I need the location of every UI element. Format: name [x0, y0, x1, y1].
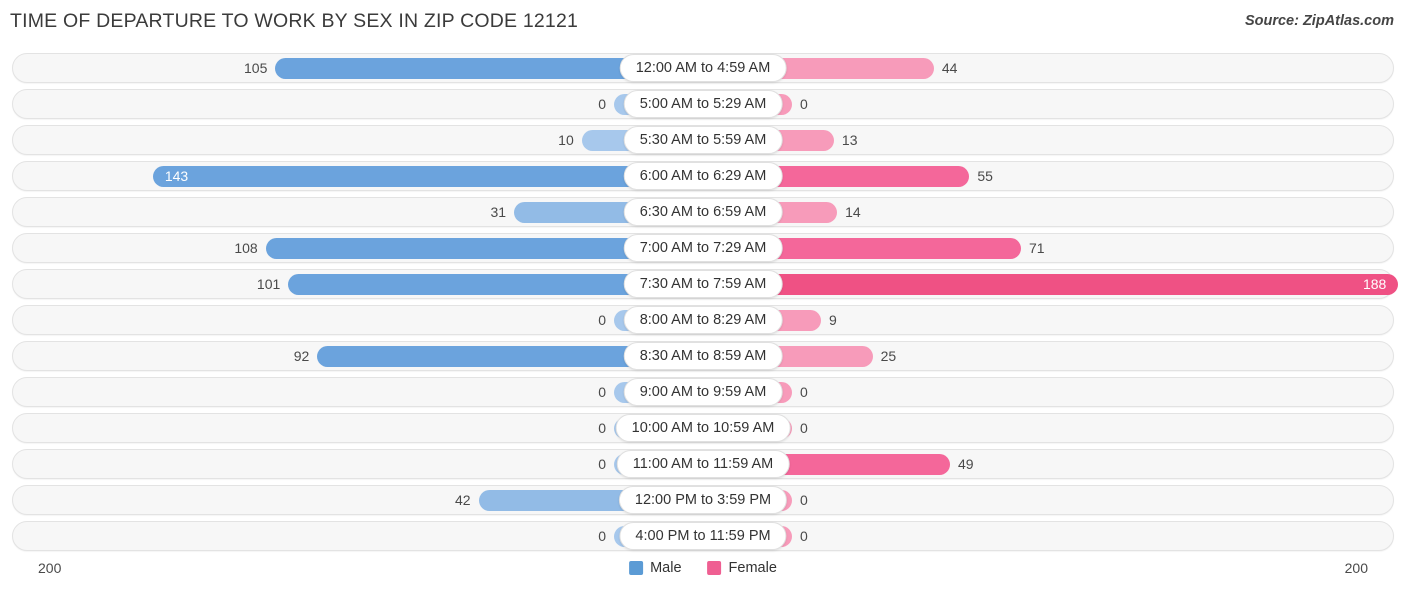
bar-female[interactable]: [703, 274, 1399, 295]
category-pill[interactable]: 5:30 AM to 5:59 AM: [623, 126, 783, 154]
legend-label-male: Male: [650, 560, 682, 576]
category-pill[interactable]: 12:00 AM to 4:59 AM: [619, 54, 787, 82]
category-pill[interactable]: 6:30 AM to 6:59 AM: [623, 198, 783, 226]
value-label-female: 55: [977, 168, 993, 184]
bar-row[interactable]: 143 55 6:00 AM to 6:29 AM: [0, 158, 1406, 194]
row-inner: 92 25 8:30 AM to 8:59 AM: [0, 338, 1406, 374]
value-label-female: 9: [829, 312, 837, 328]
row-inner: 0 49 11:00 AM to 11:59 AM: [0, 446, 1406, 482]
value-label-male: 42: [454, 492, 471, 508]
source-attribution: Source: ZipAtlas.com: [1244, 13, 1394, 29]
value-label-male: 31: [490, 204, 507, 220]
category-pill[interactable]: 5:00 AM to 5:29 AM: [623, 90, 783, 118]
category-pill[interactable]: 8:00 AM to 8:29 AM: [623, 306, 783, 334]
value-label-male: 92: [293, 348, 310, 364]
category-pill[interactable]: 8:30 AM to 8:59 AM: [623, 342, 783, 370]
category-pill[interactable]: 7:00 AM to 7:29 AM: [623, 234, 783, 262]
value-label-female: 0: [800, 420, 808, 436]
legend-label-female: Female: [728, 560, 777, 576]
value-label-male: 10: [558, 132, 574, 148]
value-label-male: 0: [598, 96, 606, 112]
value-label-male: 143: [164, 168, 189, 184]
value-label-male: 0: [598, 420, 606, 436]
value-label-female: 71: [1028, 240, 1045, 256]
chart-root: TIME OF DEPARTURE TO WORK BY SEX IN ZIP …: [0, 0, 1406, 594]
bar-row[interactable]: 0 0 4:00 PM to 11:59 PM: [0, 518, 1406, 554]
legend-swatch-female-icon: [707, 561, 722, 575]
row-inner: 10 13 5:30 AM to 5:59 AM: [0, 122, 1406, 158]
row-inner: 31 14 6:30 AM to 6:59 AM: [0, 194, 1406, 230]
value-label-male: 108: [234, 240, 258, 256]
axis-label-left: 200: [38, 560, 62, 576]
category-pill[interactable]: 9:00 AM to 9:59 AM: [623, 378, 783, 406]
row-inner: 105 44 12:00 AM to 4:59 AM: [0, 50, 1406, 86]
bar-row[interactable]: 105 44 12:00 AM to 4:59 AM: [0, 50, 1406, 86]
value-label-male: 105: [244, 60, 268, 76]
value-label-female: 25: [880, 348, 897, 364]
axis-label-right: 200: [1344, 560, 1368, 576]
row-inner: 108 71 7:00 AM to 7:29 AM: [0, 230, 1406, 266]
legend-item-female[interactable]: Female: [707, 560, 777, 576]
bar-row[interactable]: 10 13 5:30 AM to 5:59 AM: [0, 122, 1406, 158]
bar-row[interactable]: 108 71 7:00 AM to 7:29 AM: [0, 230, 1406, 266]
bar-row[interactable]: 42 0 12:00 PM to 3:59 PM: [0, 482, 1406, 518]
bar-row[interactable]: 92 25 8:30 AM to 8:59 AM: [0, 338, 1406, 374]
chart-header: TIME OF DEPARTURE TO WORK BY SEX IN ZIP …: [0, 0, 1406, 44]
category-pill[interactable]: 4:00 PM to 11:59 PM: [619, 522, 787, 550]
value-label-female: 0: [800, 528, 808, 544]
chart-footer: 200 Male Female 200: [0, 554, 1406, 594]
category-pill[interactable]: 10:00 AM to 10:59 AM: [615, 414, 791, 442]
value-label-male: 0: [598, 384, 606, 400]
category-pill[interactable]: 11:00 AM to 11:59 AM: [616, 450, 790, 478]
row-inner: 0 0 4:00 PM to 11:59 PM: [0, 518, 1406, 554]
value-label-female: 49: [958, 456, 974, 472]
value-label-female: 0: [800, 96, 808, 112]
value-label-female: 0: [800, 384, 808, 400]
legend: Male Female: [629, 560, 777, 576]
category-pill[interactable]: 7:30 AM to 7:59 AM: [623, 270, 783, 298]
legend-item-male[interactable]: Male: [629, 560, 682, 576]
row-inner: 143 55 6:00 AM to 6:29 AM: [0, 158, 1406, 194]
category-pill[interactable]: 6:00 AM to 6:29 AM: [623, 162, 783, 190]
bar-row[interactable]: 0 0 10:00 AM to 10:59 AM: [0, 410, 1406, 446]
bar-row[interactable]: 0 49 11:00 AM to 11:59 AM: [0, 446, 1406, 482]
category-pill[interactable]: 12:00 PM to 3:59 PM: [618, 486, 788, 514]
bar-rows-container: 105 44 12:00 AM to 4:59 AM 0 0 5:00 AM to 5:2…: [0, 50, 1406, 554]
legend-swatch-male-icon: [629, 561, 644, 575]
value-label-male: 0: [598, 456, 606, 472]
value-label-female: 44: [941, 60, 958, 76]
row-inner: 42 0 12:00 PM to 3:59 PM: [0, 482, 1406, 518]
value-label-male: 101: [256, 276, 281, 292]
row-inner: 0 0 9:00 AM to 9:59 AM: [0, 374, 1406, 410]
bar-row[interactable]: 0 0 9:00 AM to 9:59 AM: [0, 374, 1406, 410]
bar-row[interactable]: 101 188 7:30 AM to 7:59 AM: [0, 266, 1406, 302]
bar-row[interactable]: 0 0 5:00 AM to 5:29 AM: [0, 86, 1406, 122]
bar-male[interactable]: [152, 166, 703, 187]
row-inner: 0 0 5:00 AM to 5:29 AM: [0, 86, 1406, 122]
page-title: TIME OF DEPARTURE TO WORK BY SEX IN ZIP …: [10, 10, 579, 32]
value-label-female: 0: [800, 492, 808, 508]
value-label-female: 14: [845, 204, 861, 220]
value-label-female: 13: [841, 132, 858, 148]
value-label-female: 188: [1362, 276, 1387, 292]
value-label-male: 0: [598, 312, 606, 328]
value-label-male: 0: [598, 528, 606, 544]
row-inner: 0 0 10:00 AM to 10:59 AM: [0, 410, 1406, 446]
bar-row[interactable]: 0 9 8:00 AM to 8:29 AM: [0, 302, 1406, 338]
row-inner: 101 188 7:30 AM to 7:59 AM: [0, 266, 1406, 302]
bar-row[interactable]: 31 14 6:30 AM to 6:59 AM: [0, 194, 1406, 230]
row-inner: 0 9 8:00 AM to 8:29 AM: [0, 302, 1406, 338]
